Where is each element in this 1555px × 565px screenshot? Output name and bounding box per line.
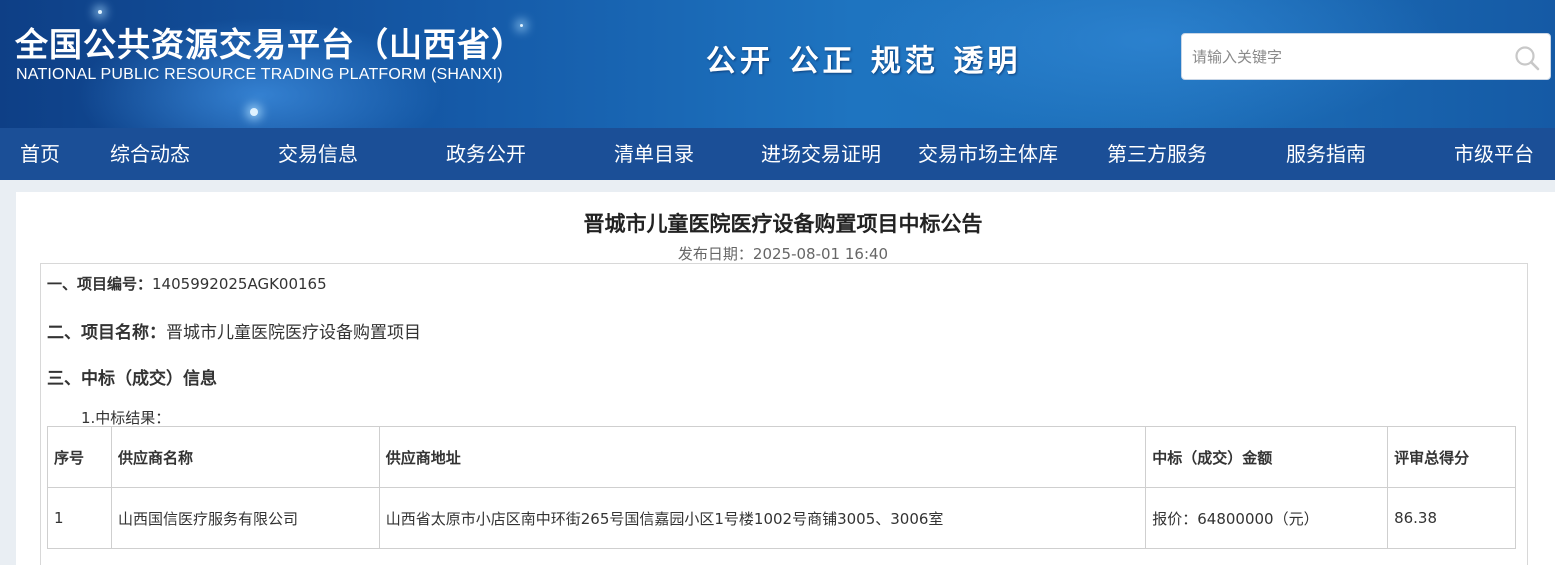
publish-date-label: 发布日期： xyxy=(677,245,753,263)
column-header-index: 序号 xyxy=(47,426,112,488)
nav-item-service-guide[interactable]: 服务指南 xyxy=(1286,128,1366,180)
table-row: 1 山西国信医疗服务有限公司 山西省太原市小店区南中环街265号国信嘉园小区1号… xyxy=(47,487,1516,549)
main-nav: 首页 综合动态 交易信息 政务公开 清单目录 进场交易证明 交易市场主体库 第三… xyxy=(0,128,1555,180)
search-input[interactable] xyxy=(1192,44,1502,70)
project-name-value: 晋城市儿童医院医疗设备购置项目 xyxy=(166,323,421,343)
nav-item-catalog[interactable]: 清单目录 xyxy=(614,128,694,180)
column-header-amount: 中标（成交）金额 xyxy=(1145,426,1389,488)
cell-score: 86.38 xyxy=(1387,487,1516,549)
sparkle-decoration xyxy=(250,108,258,116)
site-title-en: NATIONAL PUBLIC RESOURCE TRADING PLATFOR… xyxy=(16,66,503,83)
table-header-row: 序号 供应商名称 供应商地址 中标（成交）金额 评审总得分 xyxy=(47,426,1516,488)
nav-item-entity-db[interactable]: 交易市场主体库 xyxy=(918,128,1058,180)
publish-date: 发布日期：2025-08-01 16:40 xyxy=(16,243,1550,264)
project-number-label: 一、项目编号： xyxy=(47,275,153,293)
nav-item-home[interactable]: 首页 xyxy=(20,128,60,180)
nav-item-city-platform[interactable]: 市级平台 xyxy=(1454,128,1534,180)
nav-item-third-party[interactable]: 第三方服务 xyxy=(1107,128,1207,180)
cell-amount: 报价：64800000（元） xyxy=(1145,487,1389,549)
article-panel: 晋城市儿童医院医疗设备购置项目中标公告 发布日期：2025-08-01 16:4… xyxy=(16,192,1555,565)
publish-date-value: 2025-08-01 16:40 xyxy=(752,245,889,263)
nav-item-news[interactable]: 综合动态 xyxy=(110,128,190,180)
project-number: 一、项目编号：1405992025AGK00165 xyxy=(47,273,327,294)
site-title[interactable]: 全国公共资源交易平台（山西省） xyxy=(15,18,525,66)
slogan: 公开 公正 规范 透明 xyxy=(706,44,1022,79)
sparkle-decoration xyxy=(98,10,102,14)
nav-item-certificate[interactable]: 进场交易证明 xyxy=(761,128,881,180)
cell-supplier: 山西国信医疗服务有限公司 xyxy=(110,487,380,549)
search-box xyxy=(1181,33,1551,80)
nav-item-gov-affairs[interactable]: 政务公开 xyxy=(446,128,526,180)
cell-address: 山西省太原市小店区南中环街265号国信嘉园小区1号楼1002号商铺3005、30… xyxy=(378,487,1147,549)
project-name-label: 二、项目名称： xyxy=(47,323,166,343)
award-info-label: 三、中标（成交）信息 xyxy=(47,369,217,389)
award-result-label: 1.中标结果： xyxy=(81,409,171,427)
cell-index: 1 xyxy=(47,487,112,549)
column-header-score: 评审总得分 xyxy=(1387,426,1516,488)
award-info-heading: 三、中标（成交）信息 xyxy=(47,364,217,389)
article-content: 一、项目编号：1405992025AGK00165 二、项目名称：晋城市儿童医院… xyxy=(40,263,1528,565)
column-header-supplier: 供应商名称 xyxy=(110,426,380,488)
project-name: 二、项目名称：晋城市儿童医院医疗设备购置项目 xyxy=(47,318,421,343)
project-number-value: 1405992025AGK00165 xyxy=(152,275,327,293)
column-header-address: 供应商地址 xyxy=(378,426,1147,488)
search-icon[interactable] xyxy=(1514,45,1540,71)
nav-item-trading-info[interactable]: 交易信息 xyxy=(278,128,358,180)
header-banner: 全国公共资源交易平台（山西省） NATIONAL PUBLIC RESOURCE… xyxy=(0,0,1555,128)
award-result-table: 序号 供应商名称 供应商地址 中标（成交）金额 评审总得分 1 山西国信医疗服务… xyxy=(47,426,1516,549)
article-title: 晋城市儿童医院医疗设备购置项目中标公告 xyxy=(583,212,983,236)
